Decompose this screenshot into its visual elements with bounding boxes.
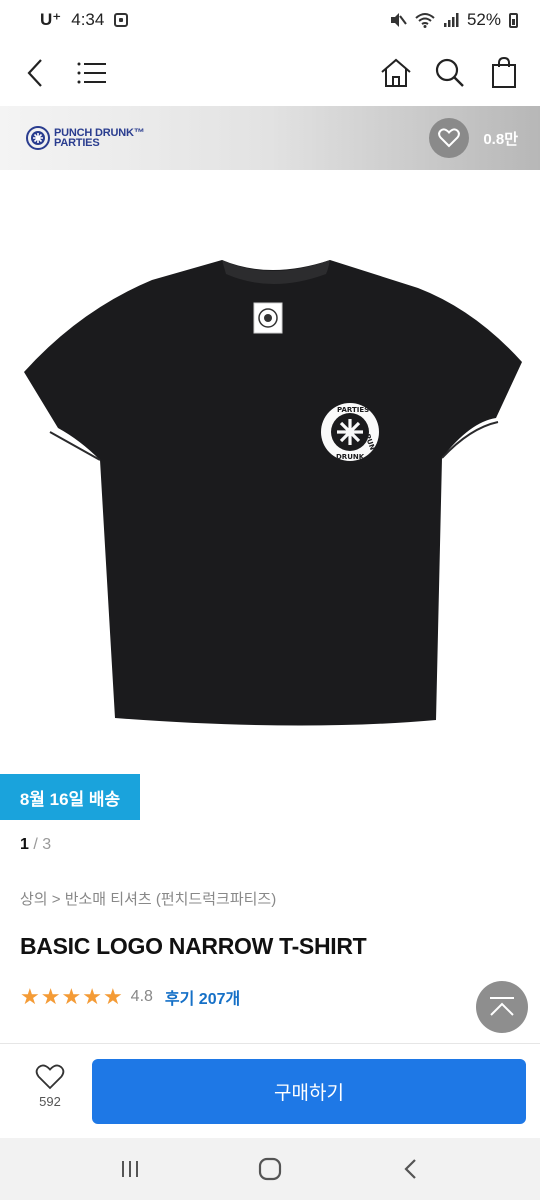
menu-button[interactable]	[74, 55, 110, 91]
system-nav-bar	[0, 1138, 540, 1200]
recent-apps-icon	[122, 1161, 138, 1177]
status-left: U⁺ 4:34	[40, 10, 129, 30]
rating-row: ★ ★ ★ ★ ★ 4.8 후기 207개	[20, 985, 240, 1009]
rating-value: 4.8	[130, 988, 153, 1005]
heart-icon	[438, 128, 461, 148]
search-icon	[435, 58, 464, 87]
delivery-badge: 8월 16일 배송	[0, 774, 140, 820]
buy-button[interactable]: 구매하기	[92, 1059, 526, 1124]
star-icon: ★	[82, 984, 102, 1009]
brand-like-count: 0.8만	[483, 130, 518, 148]
home-icon	[381, 58, 411, 87]
scroll-top-icon	[490, 997, 514, 1016]
pager-total: / 3	[33, 836, 52, 853]
battery-icon	[509, 12, 518, 28]
brand-banner[interactable]: PUNCH DRUNK™ PARTIES 0.8만	[0, 106, 540, 170]
mute-icon	[390, 13, 407, 27]
notification-icon	[114, 13, 129, 27]
star-rating: ★ ★ ★ ★ ★	[20, 986, 123, 1008]
home-button[interactable]	[378, 55, 414, 91]
star-icon: ★	[20, 984, 40, 1009]
top-nav	[0, 40, 540, 106]
home-circle-icon	[258, 1157, 282, 1181]
category-breadcrumb[interactable]: 상의 > 반소매 티셔츠 (펀치드럭크파티즈)	[20, 888, 276, 909]
back-icon	[27, 59, 42, 87]
purchase-bar: 592 구매하기	[0, 1044, 540, 1136]
star-icon: ★	[102, 984, 123, 1009]
product-image[interactable]: PARTIES PUNCH DRUNK	[0, 170, 540, 770]
wishlist-count: 592	[39, 1094, 61, 1109]
cart-button[interactable]	[486, 55, 522, 91]
product-title: BASIC LOGO NARROW T-SHIRT	[20, 933, 367, 959]
nav-right	[378, 55, 522, 91]
battery-percent: 52%	[466, 10, 501, 29]
menu-icon	[77, 62, 106, 84]
signal-icon	[443, 13, 459, 27]
system-back-button[interactable]	[390, 1149, 430, 1189]
scroll-top-button[interactable]	[476, 981, 528, 1033]
tshirt-illustration: PARTIES PUNCH DRUNK	[24, 260, 522, 726]
carrier-label: U⁺	[40, 10, 62, 29]
pager-current: 1	[20, 836, 29, 853]
clock: 4:34	[71, 10, 105, 29]
search-button[interactable]	[432, 55, 468, 91]
brand-name: PUNCH DRUNK™ PARTIES	[54, 128, 145, 149]
nav-left	[18, 55, 110, 91]
star-icon: ★	[40, 984, 61, 1009]
brand-logo[interactable]: PUNCH DRUNK™ PARTIES	[26, 126, 145, 150]
status-right: 52%	[389, 10, 518, 30]
cart-icon	[492, 57, 516, 88]
system-back-icon	[404, 1159, 416, 1179]
wishlist-button[interactable]: 592	[22, 1064, 78, 1120]
heart-outline-icon	[35, 1064, 65, 1090]
print-text-top: PARTIES	[337, 406, 369, 414]
home-system-button[interactable]	[250, 1149, 290, 1189]
brand-emblem-icon	[26, 126, 50, 150]
wifi-icon	[415, 13, 435, 28]
review-count-link[interactable]: 후기 207개	[165, 985, 240, 1009]
image-pager: 1 / 3	[20, 836, 51, 854]
recent-apps-button[interactable]	[110, 1149, 150, 1189]
status-bar: U⁺ 4:34 52%	[0, 0, 540, 40]
brand-name-line2: PARTIES	[54, 137, 100, 149]
brand-like-area: 0.8만	[429, 118, 518, 158]
back-button[interactable]	[18, 55, 54, 91]
star-icon: ★	[61, 984, 82, 1009]
brand-like-button[interactable]	[429, 118, 470, 158]
